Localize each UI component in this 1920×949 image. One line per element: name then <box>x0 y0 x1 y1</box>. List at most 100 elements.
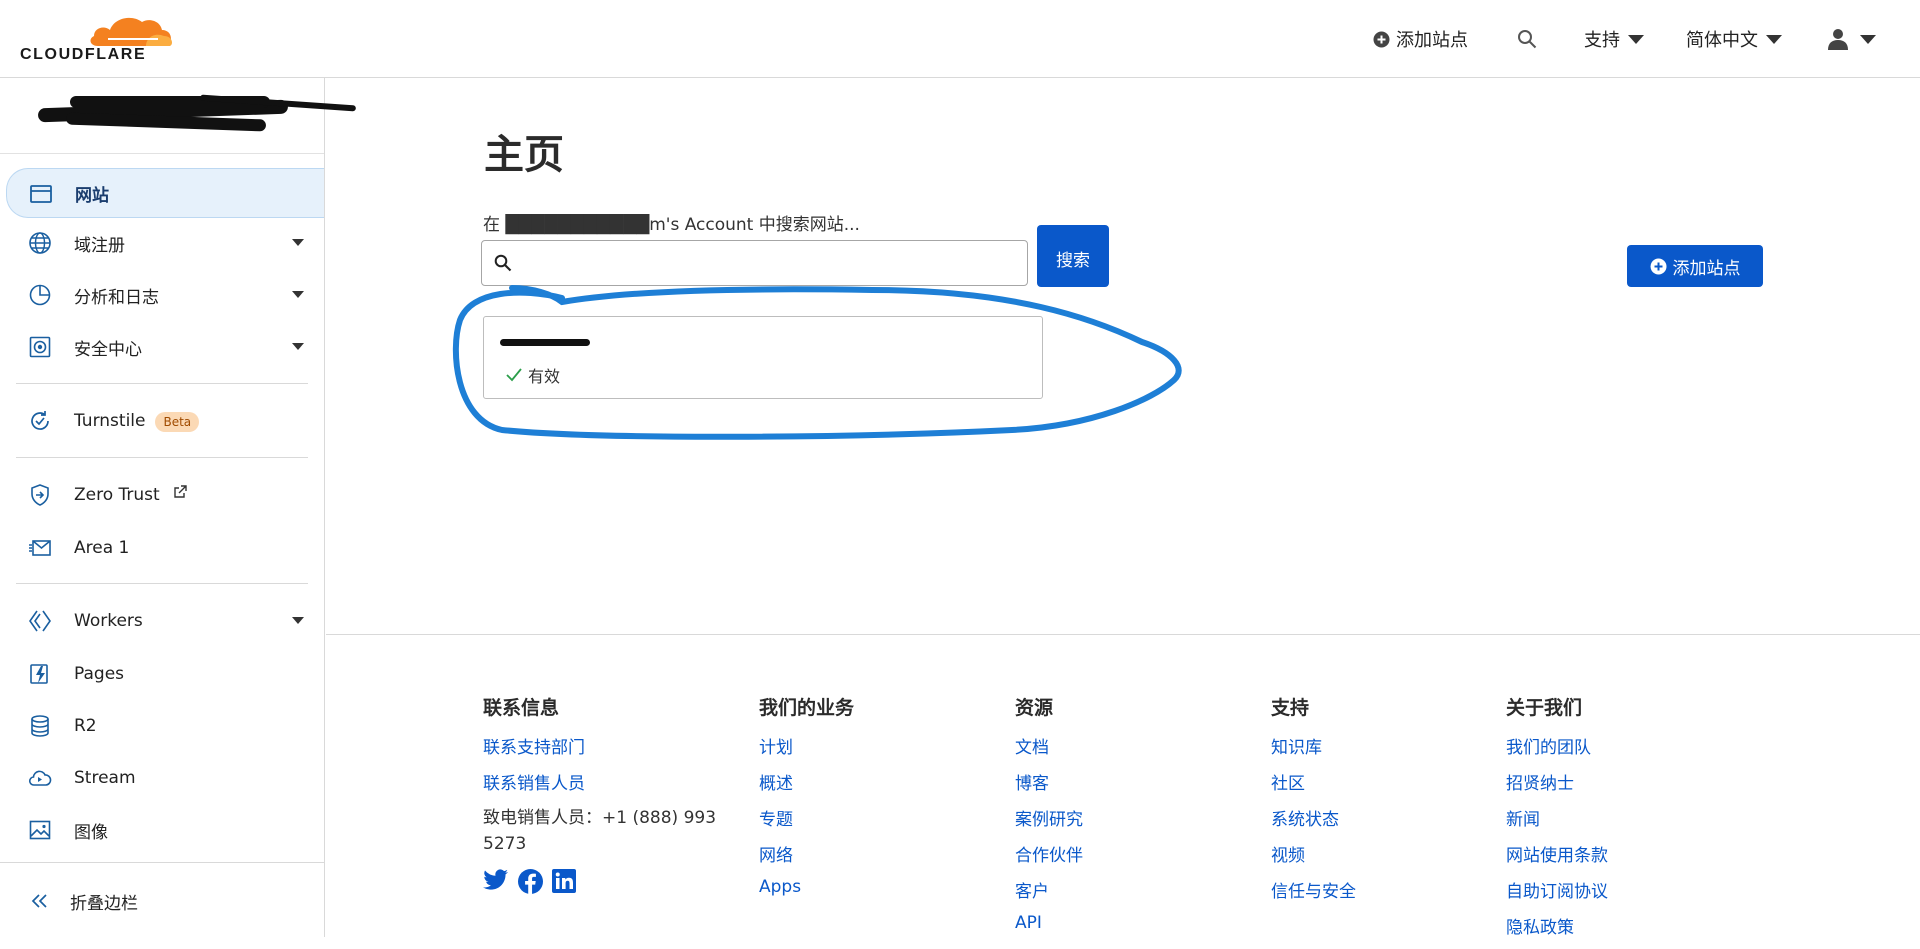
chevron-down-icon <box>1766 34 1782 44</box>
footer-link[interactable]: API <box>1015 913 1083 949</box>
plus-circle-icon <box>1373 31 1390 47</box>
chevron-down-icon <box>1628 34 1644 44</box>
support-label: 支持 <box>1584 30 1620 51</box>
search-label: 在 ███████████m's Account 中搜索网站... <box>483 215 860 235</box>
sidebar-item-security-center[interactable]: 安全中心 <box>0 322 324 372</box>
plus-circle-icon <box>1650 258 1666 274</box>
footer-link[interactable]: 网站使用条款 <box>1506 841 1608 877</box>
search-button[interactable]: 搜索 <box>1037 225 1109 287</box>
footer-link[interactable]: 新闻 <box>1506 805 1608 841</box>
search-icon <box>1518 30 1537 49</box>
account-switcher[interactable] <box>0 78 357 154</box>
footer-link[interactable]: 文档 <box>1015 733 1083 769</box>
footer-link[interactable]: 合作伙伴 <box>1015 841 1083 877</box>
top-bar: CLOUDFLARE 添加站点 支持 简体中文 <box>0 0 1920 78</box>
footer: 联系信息 联系支持部门 联系销售人员 致电销售人员：+1 (888) 993 5… <box>326 634 1920 938</box>
collapse-sidebar-label: 折叠边栏 <box>70 893 138 914</box>
footer-link[interactable]: 概述 <box>759 769 854 805</box>
sidebar-item-area-1[interactable]: Area 1 <box>0 523 324 573</box>
footer-link[interactable]: 客户 <box>1015 877 1083 913</box>
chevron-down-icon <box>292 617 304 624</box>
add-site-button[interactable]: 添加站点 <box>1627 245 1763 287</box>
sidebar-item-stream[interactable]: Stream <box>0 753 324 803</box>
header-add-site-label: 添加站点 <box>1396 30 1468 51</box>
footer-link[interactable]: 计划 <box>759 733 854 769</box>
language-menu[interactable]: 简体中文 <box>1686 26 1782 52</box>
footer-heading: 关于我们 <box>1506 697 1583 719</box>
sidebar-item-pages[interactable]: Pages <box>0 649 324 699</box>
user-menu[interactable] <box>1828 28 1876 50</box>
support-menu[interactable]: 支持 <box>1584 26 1644 52</box>
sidebar-item-domain-registration[interactable]: 域注册 <box>0 218 324 268</box>
sidebar-item-workers[interactable]: Workers <box>0 596 324 646</box>
footer-link[interactable]: 博客 <box>1015 769 1083 805</box>
sidebar-divider <box>16 583 308 584</box>
sidebar-item-label: Zero Trust <box>74 485 187 505</box>
sidebar-item-r2[interactable]: R2 <box>0 701 324 751</box>
footer-link[interactable]: 案例研究 <box>1015 805 1083 841</box>
zero-trust-label: Zero Trust <box>74 485 160 505</box>
footer-link[interactable]: 联系销售人员 <box>483 769 718 805</box>
header-add-site[interactable]: 添加站点 <box>1373 26 1468 52</box>
header-search-button[interactable] <box>1517 29 1537 49</box>
sidebar-item-images[interactable]: 图像 <box>0 805 324 855</box>
social-links <box>483 869 718 894</box>
logo-text: CLOUDFLARE <box>20 46 147 63</box>
external-link-icon <box>174 485 187 498</box>
footer-link[interactable]: 视频 <box>1271 841 1356 877</box>
stream-cloud-play-icon <box>28 770 52 786</box>
database-icon <box>31 715 49 737</box>
footer-column-resources: 资源 文档 博客 案例研究 合作伙伴 客户 API <box>1015 693 1083 949</box>
sidebar-item-analytics-logs[interactable]: 分析和日志 <box>0 270 324 320</box>
sidebar-item-label: Stream <box>74 768 136 788</box>
site-card[interactable]: 有效 <box>483 316 1043 399</box>
footer-link[interactable]: 网络 <box>759 841 854 877</box>
footer-link[interactable]: 联系支持部门 <box>483 733 718 769</box>
linkedin-icon[interactable] <box>552 869 576 893</box>
footer-link[interactable]: 信任与安全 <box>1271 877 1356 913</box>
footer-link[interactable]: Apps <box>759 877 854 913</box>
sidebar-item-websites[interactable]: 网站 <box>6 168 324 218</box>
footer-link[interactable]: 知识库 <box>1271 733 1356 769</box>
footer-heading: 我们的业务 <box>759 697 855 719</box>
footer-link[interactable]: 自助订阅协议 <box>1506 877 1608 913</box>
footer-heading: 支持 <box>1271 697 1310 719</box>
cloudflare-cloud-icon <box>90 17 172 46</box>
footer-link[interactable]: 系统状态 <box>1271 805 1356 841</box>
sidebar-item-label: 网站 <box>75 185 109 206</box>
site-search-input[interactable] <box>520 249 1015 277</box>
sidebar-divider <box>0 862 324 863</box>
sidebar-item-label: Turnstile Beta <box>74 411 200 432</box>
site-search-field[interactable] <box>481 240 1028 286</box>
sidebar-item-label: 域注册 <box>74 235 125 256</box>
sidebar-divider <box>16 383 308 384</box>
sidebar-item-label: 安全中心 <box>74 339 142 360</box>
footer-link[interactable]: 社区 <box>1271 769 1356 805</box>
sidebar-item-label: Area 1 <box>74 538 130 558</box>
browser-window-icon <box>30 185 52 203</box>
footer-column-support: 支持 知识库 社区 系统状态 视频 信任与安全 <box>1271 693 1356 913</box>
footer-link[interactable]: 招贤纳士 <box>1506 769 1608 805</box>
sidebar-item-turnstile[interactable]: Turnstile Beta <box>0 396 324 446</box>
zero-trust-shield-icon <box>31 484 49 506</box>
image-icon <box>29 820 51 840</box>
pages-lightning-icon <box>30 664 48 684</box>
chevron-down-icon <box>292 239 304 246</box>
footer-link[interactable]: 我们的团队 <box>1506 733 1608 769</box>
chevron-down-icon <box>1860 34 1876 44</box>
chevron-down-icon <box>292 343 304 350</box>
check-icon <box>506 368 522 382</box>
user-icon <box>1828 29 1848 50</box>
collapse-sidebar-button[interactable]: 折叠边栏 <box>0 876 324 926</box>
main-content: 主页 在 ███████████m's Account 中搜索网站... 搜索 … <box>326 78 1920 634</box>
site-status-label: 有效 <box>528 367 561 386</box>
footer-heading: 联系信息 <box>483 697 560 719</box>
facebook-icon[interactable] <box>518 869 543 894</box>
security-center-icon <box>29 336 51 358</box>
cloudflare-logo[interactable]: CLOUDFLARE <box>20 12 172 63</box>
footer-link[interactable]: 专题 <box>759 805 854 841</box>
sidebar-item-zero-trust[interactable]: Zero Trust <box>0 470 324 520</box>
footer-link[interactable]: 隐私政策 <box>1506 913 1608 949</box>
pie-chart-icon <box>29 284 51 306</box>
twitter-icon[interactable] <box>483 869 509 893</box>
